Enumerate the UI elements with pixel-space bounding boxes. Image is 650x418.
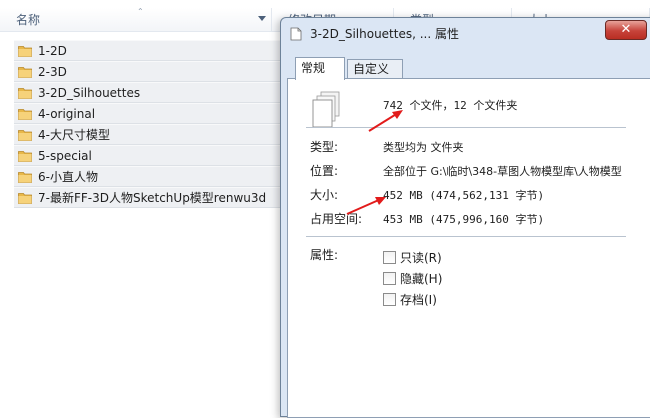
folder-icon (18, 172, 32, 183)
folder-icon (18, 151, 32, 162)
list-item[interactable]: 4-original (14, 103, 280, 124)
size-value: 452 MB (474,562,131 字节) (383, 189, 545, 202)
folder-list: 1-2D 2-3D 3-2D_Silhouettes 4-original 4-… (14, 40, 280, 208)
folder-name: 1-2D (38, 44, 67, 58)
column-name-label: 名称 (16, 13, 41, 27)
folder-icon (18, 46, 32, 57)
multiple-files-icon (312, 91, 340, 128)
close-button[interactable]: ✕ (605, 20, 647, 40)
disk-usage-value: 453 MB (475,996,160 字节) (383, 213, 545, 226)
folder-icon (18, 130, 32, 141)
divider (306, 127, 626, 128)
list-item[interactable]: 2-3D (14, 61, 280, 82)
list-item[interactable]: 4-大尺寸模型 (14, 124, 280, 145)
dialog-title: 3-2D_Silhouettes, ... 属性 (310, 27, 459, 41)
list-item[interactable]: 7-最新FF-3D人物SketchUp模型renwu3d (14, 187, 280, 208)
folder-name: 2-3D (38, 65, 67, 79)
general-panel: 742 个文件，12 个文件夹 类型: 类型均为 文件夹 位置: 全部位于 G:… (287, 78, 650, 418)
location-label: 位置: (310, 164, 339, 178)
archive-label: 存档(I) (400, 293, 437, 307)
tab-custom-label: 自定义 (353, 62, 390, 76)
list-item[interactable]: 3-2D_Silhouettes (14, 82, 280, 103)
divider (306, 236, 626, 237)
attributes-label: 属性: (310, 248, 339, 262)
checkbox-box[interactable] (383, 293, 396, 306)
folder-icon (18, 67, 32, 78)
document-icon (290, 27, 302, 41)
checkbox-box[interactable] (383, 251, 396, 264)
list-item[interactable]: 1-2D (14, 40, 280, 61)
properties-dialog: 3-2D_Silhouettes, ... 属性 ✕ 常规 自定义 742 个文… (280, 17, 650, 418)
type-label: 类型: (310, 140, 339, 154)
tab-custom[interactable]: 自定义 (347, 59, 403, 79)
folder-name: 5-special (38, 149, 92, 163)
dialog-titlebar[interactable]: 3-2D_Silhouettes, ... 属性 ✕ (281, 18, 650, 48)
tab-general[interactable]: 常规 (295, 57, 345, 80)
folder-name: 6-小直人物 (38, 170, 98, 184)
list-item[interactable]: 5-special (14, 145, 280, 166)
folder-icon (18, 193, 32, 204)
sort-ascending-icon: ⌃ (137, 7, 144, 16)
folder-name: 4-original (38, 107, 96, 121)
folder-icon (18, 88, 32, 99)
column-name[interactable]: 名称 (0, 8, 272, 32)
list-item[interactable]: 6-小直人物 (14, 166, 280, 187)
column-dropdown-icon[interactable] (258, 16, 266, 21)
type-value: 类型均为 文件夹 (383, 141, 464, 154)
tab-general-label: 常规 (301, 61, 326, 75)
readonly-label: 只读(R) (400, 251, 442, 265)
folder-icon (18, 109, 32, 120)
annotation-arrow-icon (368, 110, 403, 132)
annotation-arrow-icon (346, 197, 386, 215)
folder-name: 3-2D_Silhouettes (38, 86, 141, 100)
folder-name: 4-大尺寸模型 (38, 128, 110, 142)
hidden-label: 隐藏(H) (400, 272, 443, 286)
size-label: 大小: (310, 188, 339, 202)
folder-name: 7-最新FF-3D人物SketchUp模型renwu3d (38, 191, 267, 205)
checkbox-box[interactable] (383, 272, 396, 285)
close-icon: ✕ (620, 22, 632, 37)
location-value: 全部位于 G:\临时\348-草图人物模型库\人物模型 (383, 165, 622, 178)
